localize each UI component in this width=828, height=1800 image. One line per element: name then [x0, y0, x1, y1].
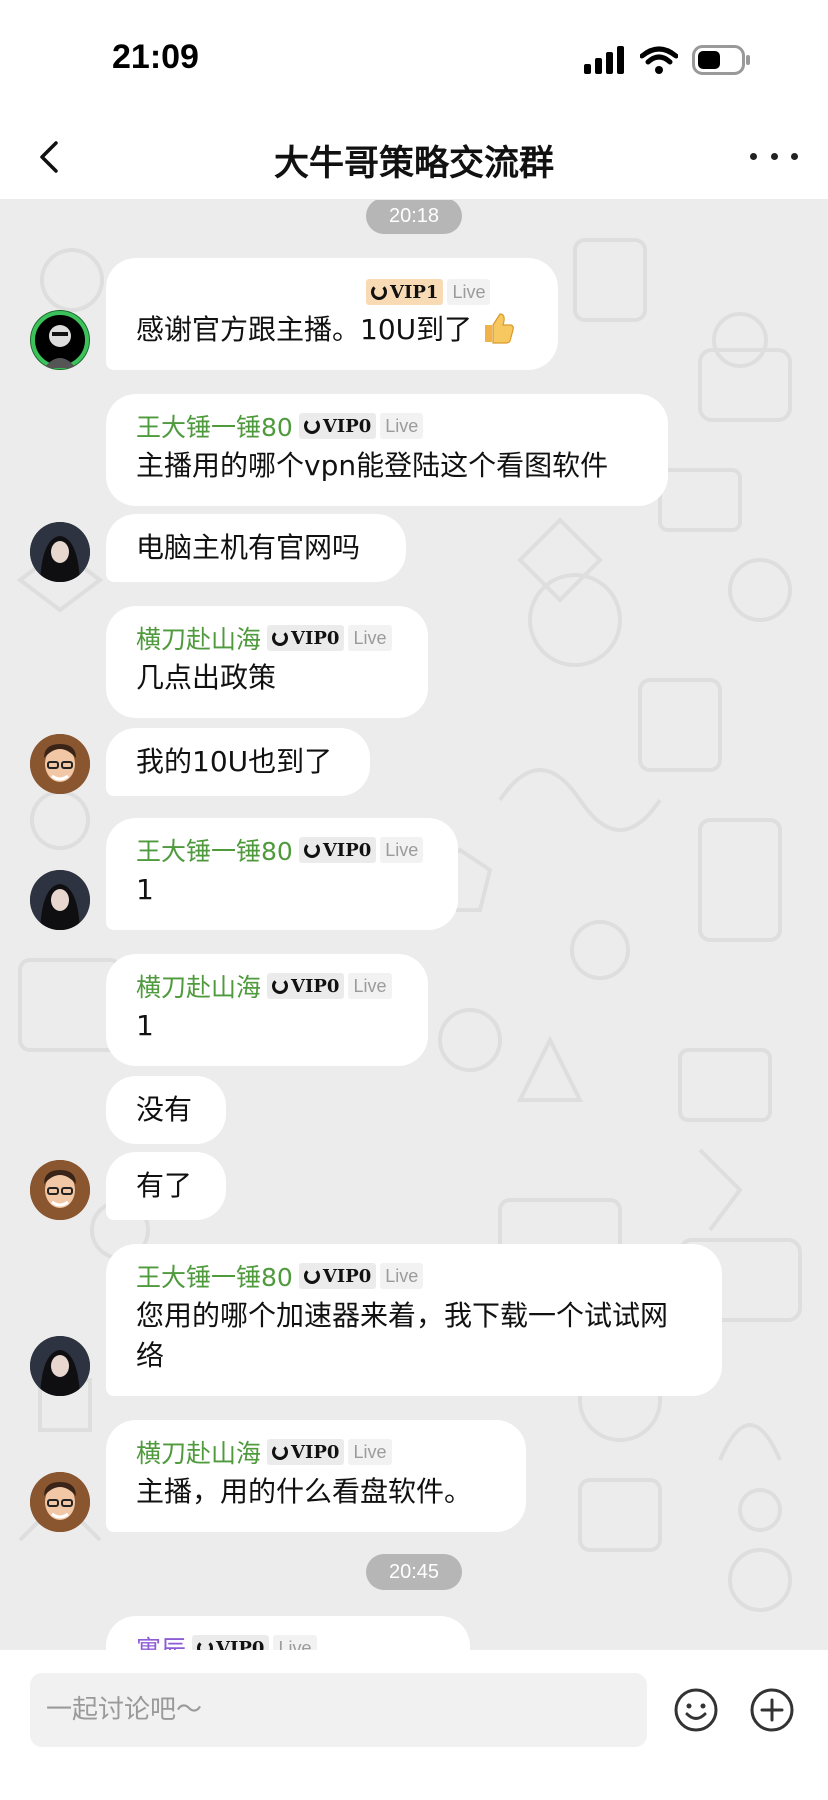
sender-line: 寓辰 VIP0 Live: [136, 1628, 440, 1650]
message-bubble[interactable]: 寓辰 VIP0 Live: [106, 1616, 470, 1650]
avatar[interactable]: [30, 522, 90, 582]
vip-badge: VIP0: [192, 1635, 270, 1650]
avatar[interactable]: [30, 310, 90, 370]
vip-ring-icon: [303, 842, 320, 858]
message-bubble[interactable]: 横刀赴山海 VIP0 Live 主播，用的什么看盘软件。: [106, 1420, 526, 1532]
avatar[interactable]: [30, 1336, 90, 1396]
nav-bar: 大牛哥策略交流群: [0, 115, 828, 200]
message-text: 1: [136, 873, 154, 906]
thumbs-up-icon: [485, 313, 514, 344]
message-text: 1: [136, 1009, 154, 1042]
avatar[interactable]: [30, 734, 90, 794]
sender-line: 王大锤一锤80 VIP0 Live: [136, 1256, 692, 1296]
plus-icon[interactable]: [748, 1686, 796, 1734]
message-bubble[interactable]: 横刀赴山海 VIP0 Live 几点出政策: [106, 606, 428, 718]
vip-ring-icon: [371, 284, 387, 300]
status-icons: [584, 44, 752, 76]
live-tag: Live: [380, 837, 424, 863]
wifi-icon: [640, 46, 678, 74]
message-text: 您用的哪个加速器来着，我下载一个试试网络: [136, 1299, 669, 1372]
timestamp-pill: 20:45: [366, 1554, 462, 1590]
input-bar: 一起讨论吧～: [0, 1650, 828, 1800]
battery-icon: [692, 45, 750, 75]
sender-name[interactable]: 横刀赴山海: [136, 1434, 261, 1470]
message-text: 主播用的哪个vpn能登陆这个看图软件: [136, 449, 609, 482]
message-bubble[interactable]: 没有: [106, 1076, 226, 1144]
vip-badge: VIP0: [267, 1439, 345, 1465]
message-bubble[interactable]: 王大锤一锤80 VIP0 Live 您用的哪个加速器来着，我下载一个试试网络: [106, 1244, 722, 1396]
live-tag: Live: [273, 1635, 317, 1650]
message-bubble[interactable]: 我的10U也到了: [106, 728, 370, 796]
vip-badge: VIP1: [366, 279, 444, 305]
live-tag: Live: [348, 625, 392, 651]
vip-badge: VIP0: [298, 837, 377, 863]
sender-line: 横刀赴山海 VIP0 Live: [136, 618, 398, 658]
timestamp-pill: 20:18: [366, 200, 462, 234]
sender-line: 王大锤一锤80 VIP0 Live: [136, 830, 428, 870]
sender-name[interactable]: 王大锤一锤80: [136, 832, 293, 868]
vip-ring-icon: [272, 630, 289, 646]
more-icon[interactable]: [750, 141, 798, 171]
live-tag: Live: [447, 279, 491, 305]
vip-ring-icon: [272, 978, 289, 994]
message-text: 几点出政策: [136, 661, 277, 694]
signal-icon: [584, 46, 624, 74]
sender-line: 横刀赴山海 VIP0 Live: [136, 966, 398, 1006]
message-input[interactable]: 一起讨论吧～: [30, 1673, 647, 1747]
message-text: 主播，用的什么看盘软件。: [136, 1475, 473, 1508]
vip-ring-icon: [303, 418, 320, 434]
live-tag: Live: [380, 1263, 424, 1289]
message-text: 感谢官方跟主播。10U到了: [136, 310, 528, 350]
message-bubble[interactable]: 王大锤一锤80 VIP0 Live 主播用的哪个vpn能登陆这个看图软件: [106, 394, 668, 506]
avatar[interactable]: [30, 1472, 90, 1532]
sender-name[interactable]: 横刀赴山海: [136, 968, 261, 1004]
sender-name[interactable]: 寓辰: [136, 1630, 186, 1650]
status-time: 21:09: [112, 38, 199, 76]
avatar[interactable]: [30, 870, 90, 930]
sender-name[interactable]: 王大锤一锤80: [136, 408, 293, 444]
message-bubble[interactable]: 横刀赴山海 VIP0 Live 1: [106, 954, 428, 1066]
vip-badge: VIP0: [298, 413, 377, 439]
message-bubble[interactable]: VIP1 Live 感谢官方跟主播。10U到了: [106, 258, 558, 370]
sender-line: VIP1 Live: [136, 272, 528, 312]
message-text: 电脑主机有官网吗: [136, 531, 361, 564]
vip-ring-icon: [303, 1268, 320, 1284]
avatar[interactable]: [30, 1160, 90, 1220]
vip-ring-icon: [197, 1640, 214, 1650]
vip-badge: VIP0: [267, 625, 345, 651]
message-bubble[interactable]: 电脑主机有官网吗: [106, 514, 406, 582]
chat-title: 大牛哥策略交流群: [273, 144, 554, 184]
vip-badge: VIP0: [267, 973, 345, 999]
sender-line: 横刀赴山海 VIP0 Live: [136, 1432, 496, 1472]
vip-badge: VIP0: [298, 1263, 377, 1289]
message-bubble[interactable]: 有了: [106, 1152, 226, 1220]
message-bubble[interactable]: 王大锤一锤80 VIP0 Live 1: [106, 818, 458, 930]
message-text: 没有: [136, 1093, 193, 1126]
message-text: 我的10U也到了: [136, 745, 333, 778]
live-tag: Live: [348, 1439, 392, 1465]
live-tag: Live: [348, 973, 392, 999]
sender-name[interactable]: 横刀赴山海: [136, 620, 261, 656]
status-bar: 21:09: [0, 0, 828, 115]
emoji-icon[interactable]: [672, 1686, 720, 1734]
vip-ring-icon: [272, 1444, 289, 1460]
sender-name[interactable]: 王大锤一锤80: [136, 1258, 293, 1294]
message-text: 有了: [136, 1169, 193, 1202]
sender-line: 王大锤一锤80 VIP0 Live: [136, 406, 638, 446]
chat-area[interactable]: 20:18 VIP1 Live 感谢官方跟主播。10U到了 王大锤一锤80 VI…: [0, 200, 828, 1650]
live-tag: Live: [380, 413, 424, 439]
